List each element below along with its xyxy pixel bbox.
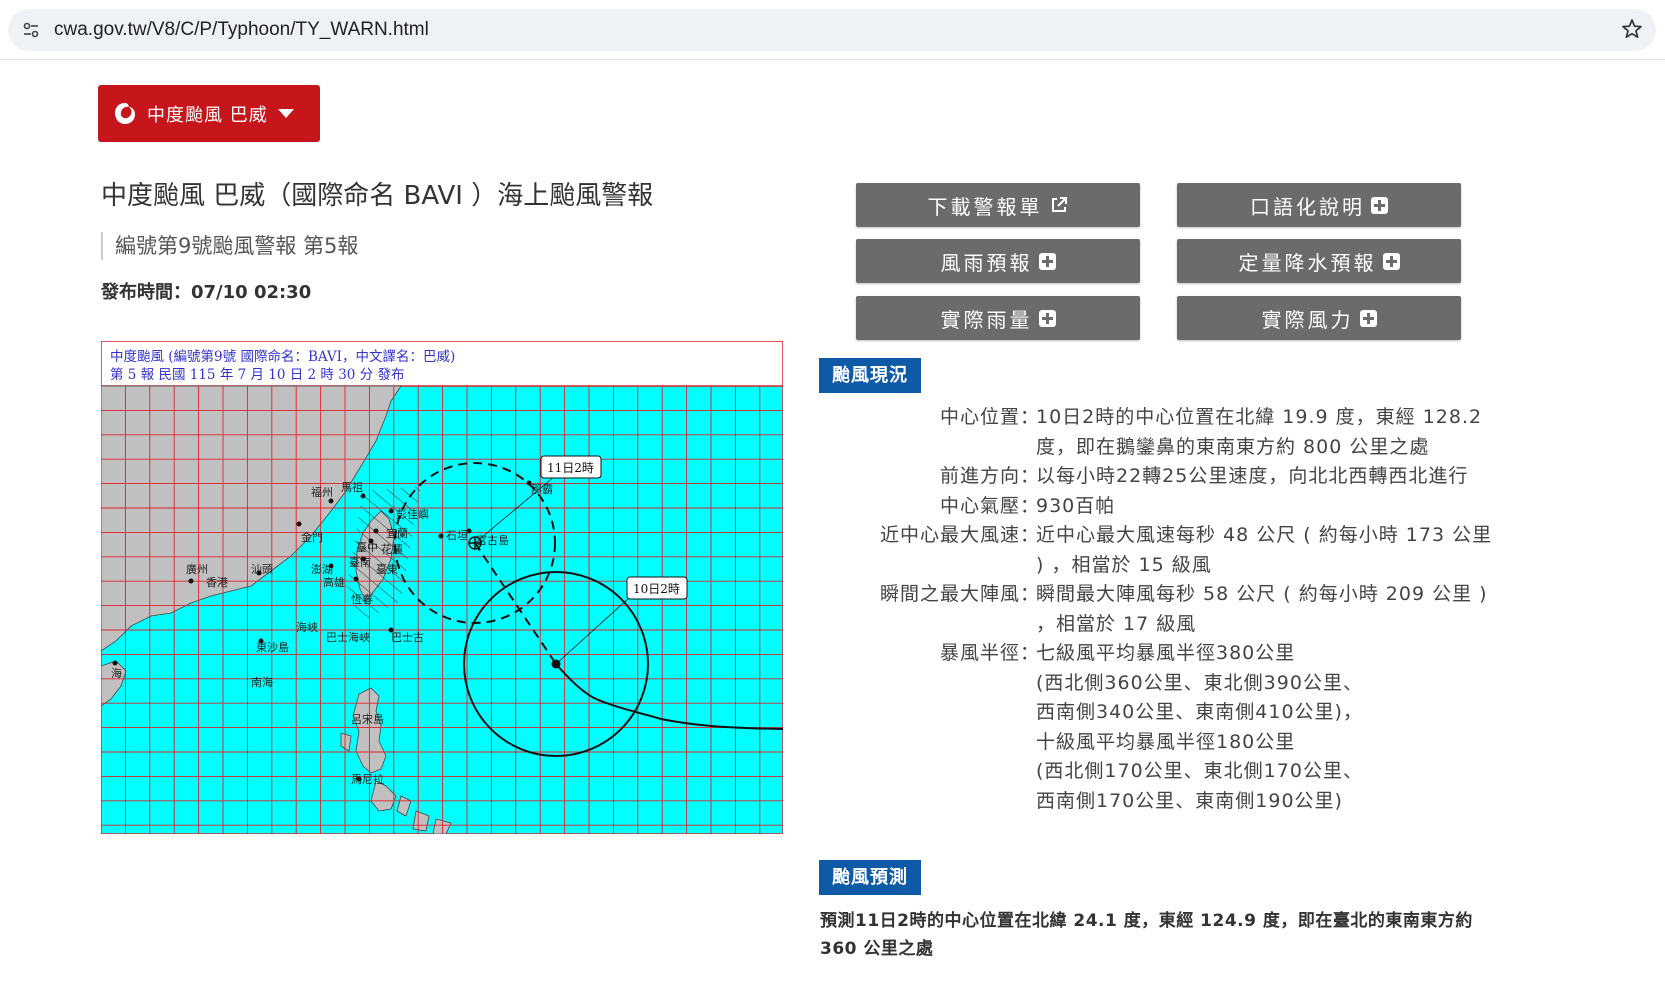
label-luzon: 呂宋島: [351, 712, 384, 726]
forecast-text: 預測11日2時的中心位置在北緯 24.1 度，東經 124.9 度，即在臺北的東…: [820, 911, 1473, 959]
label-kaohsiung: 高雄: [323, 575, 345, 589]
external-link-icon: [1051, 197, 1067, 212]
status-row-pressure: 中心氣壓： 930百帕: [820, 492, 1520, 522]
actual-rainfall-button[interactable]: 實際雨量: [856, 296, 1140, 340]
typhoon-selector-dropdown[interactable]: 中度颱風 巴威: [98, 85, 320, 142]
status-row-position: 中心位置： 10日2時的中心位置在北緯 19.9 度，東經 128.2 度，即在…: [820, 403, 1520, 462]
typhoon-icon: [115, 102, 135, 124]
radius-line: 西南側340公里、東南側410公里)，: [1036, 701, 1363, 723]
address-bar[interactable]: cwa.gov.tw/V8/C/P/Typhoon/TY_WARN.html: [8, 9, 1656, 51]
status-key: 中心位置: [939, 406, 1020, 428]
current-status-heading: 颱風現況: [819, 358, 921, 393]
actual-wind-label: 實際風力: [1261, 307, 1354, 332]
label-south-sea: 南海: [251, 675, 273, 689]
qpf-button[interactable]: 定量降水預報: [1177, 239, 1461, 283]
label-tainan: 臺南: [349, 555, 371, 569]
label-manila: 馬尼拉: [351, 772, 384, 786]
plus-icon: [1371, 196, 1388, 214]
browser-toolbar: cwa.gov.tw/V8/C/P/Typhoon/TY_WARN.html: [0, 0, 1665, 60]
actual-wind-button[interactable]: 實際風力: [1177, 296, 1461, 340]
plus-icon: [1359, 309, 1377, 327]
status-key: 瞬間之最大陣風: [879, 583, 1020, 605]
status-row-max-wind: 近中心最大風速： 近中心最大風速每秒 48 公尺 ( 約每小時 173 公里 )…: [820, 521, 1520, 580]
label-shantou: 汕頭: [251, 563, 273, 576]
oral-explanation-label: 口語化說明: [1250, 194, 1365, 219]
status-row-radius: 暴風半徑： 七級風平均暴風半徑380公里 (西北側360公里、東北側390公里、…: [820, 639, 1520, 816]
site-settings-icon[interactable]: [22, 21, 40, 39]
label-kinmen: 金門: [301, 530, 323, 544]
radius-line: (西北側170公里、東北側170公里、: [1036, 760, 1363, 782]
label-strait: 海峽: [296, 620, 318, 634]
chevron-down-icon: [277, 109, 294, 118]
label-ishigaki: 石垣: [446, 529, 468, 542]
radius-line: 七級風平均暴風半徑380公里: [1036, 642, 1296, 664]
oral-explanation-button[interactable]: 口語化說明: [1177, 183, 1461, 227]
bookmark-star-icon[interactable]: [1620, 17, 1644, 41]
label-guangzhou: 廣州: [186, 562, 208, 576]
label-yilan: 宜蘭: [386, 526, 408, 540]
label-bashi: 巴士海峽: [326, 630, 370, 644]
actual-rainfall-label: 實際雨量: [940, 307, 1033, 332]
qpf-label: 定量降水預報: [1238, 250, 1377, 275]
publish-time: 發布時間：07/10 02:30: [101, 282, 312, 303]
plus-icon: [1038, 309, 1056, 327]
current-time-label: 10日2時: [633, 582, 680, 596]
label-basco: 巴士古: [391, 631, 424, 644]
label-hengchun: 恆春: [351, 592, 373, 606]
warning-number: 編號第9號颱風警報 第5報: [101, 232, 358, 260]
download-warning-button[interactable]: 下載警報單: [856, 183, 1140, 227]
forecast-time-label: 11日2時: [547, 461, 594, 475]
label-hualien: 花蓮: [381, 542, 403, 556]
typhoon-warning-map[interactable]: 中度颱風 (編號第9號 國際命名：BAVI，中文譯名：巴威) 第 5 報 民國 …: [101, 341, 783, 834]
status-value: 瞬間最大陣風每秒 58 公尺 ( 約每小時 209 公里 ) ，相當於 17 級…: [1036, 583, 1488, 635]
wind-rain-forecast-button[interactable]: 風雨預報: [856, 239, 1140, 283]
typhoon-selector-label: 中度颱風 巴威: [147, 104, 268, 126]
url-text[interactable]: cwa.gov.tw/V8/C/P/Typhoon/TY_WARN.html: [54, 19, 429, 41]
label-fuzhou: 福州: [311, 485, 333, 499]
status-key: 前進方向: [939, 465, 1020, 487]
wind-rain-forecast-label: 風雨預報: [940, 250, 1033, 275]
label-hongkong: 香港: [206, 576, 228, 589]
label-hainan: 海: [111, 666, 122, 680]
status-key: 中心氣壓: [939, 494, 1020, 517]
status-value: 以每小時22轉25公里速度，向北北西轉西北進行: [1036, 465, 1469, 487]
radius-line: (西北側360公里、東北側390公里、: [1036, 671, 1363, 694]
radius-line: 十級風平均暴風半徑180公里: [1036, 730, 1296, 753]
status-value: 10日2時的中心位置在北緯 19.9 度，東經 128.2 度，即在鵝鑾鼻的東南…: [1036, 406, 1483, 458]
label-mazu: 馬祖: [341, 480, 363, 494]
status-row-gust: 瞬間之最大陣風： 瞬間最大陣風每秒 58 公尺 ( 約每小時 209 公里 ) …: [820, 580, 1520, 639]
label-taichung: 臺中: [356, 540, 378, 554]
forecast-heading: 颱風預測: [819, 860, 921, 895]
page-title: 中度颱風 巴威（國際命名 BAVI ）海上颱風警報: [101, 181, 654, 211]
status-value: 七級風平均暴風半徑380公里 (西北側360公里、東北側390公里、 西南側34…: [1036, 639, 1520, 816]
plus-icon: [1382, 252, 1400, 270]
label-taitung: 臺東: [376, 562, 398, 576]
status-row-direction: 前進方向： 以每小時22轉25公里速度，向北北西轉西北進行: [820, 462, 1520, 492]
radius-line: 西南側170公里、東南側190公里): [1036, 789, 1343, 812]
status-value: 930百帕: [1036, 494, 1116, 517]
current-status-table: 中心位置： 10日2時的中心位置在北緯 19.9 度，東經 128.2 度，即在…: [820, 403, 1520, 816]
label-pengjiayu: 彭佳嶼: [396, 507, 429, 521]
status-value: 近中心最大風速每秒 48 公尺 ( 約每小時 173 公里 ) ，相當於 15 …: [1036, 524, 1493, 576]
map-header-line2: 第 5 報 民國 115 年 7 月 10 日 2 時 30 分 發布: [110, 366, 404, 383]
status-key: 近中心最大風速: [879, 524, 1020, 546]
plus-icon: [1038, 252, 1056, 270]
map-header-line1: 中度颱風 (編號第9號 國際命名：BAVI，中文譯名：巴威): [110, 348, 455, 365]
status-key: 暴風半徑: [939, 642, 1020, 664]
download-warning-label: 下載警報單: [927, 194, 1043, 219]
